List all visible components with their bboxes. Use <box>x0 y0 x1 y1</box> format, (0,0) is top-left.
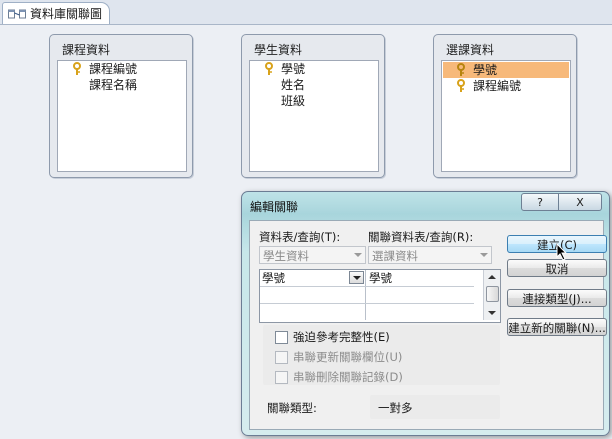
field-label: 班級 <box>281 94 306 108</box>
checkbox-label: 強迫參考完整性(E) <box>293 330 390 344</box>
table-title: 選課資料 <box>446 43 495 57</box>
field-item[interactable]: 學號 <box>250 61 378 77</box>
close-button[interactable]: X <box>559 193 602 211</box>
checkbox-label: 串聯刪除關聯記錄(D) <box>293 370 403 384</box>
create-new-button-label: 建立新的關聯(N)... <box>508 321 606 335</box>
field-label: 姓名 <box>281 78 306 92</box>
table-query-select[interactable]: 學生資料 <box>259 246 366 264</box>
create-new-button[interactable]: 建立新的關聯(N)... <box>507 318 607 336</box>
field-item[interactable]: 課程編號 <box>58 61 186 77</box>
field-item[interactable]: 班級 <box>250 93 378 109</box>
tab-title: 資料庫關聯圖 <box>30 7 103 21</box>
field-item[interactable]: 課程名稱 <box>58 77 186 93</box>
relation-type-label: 關聯類型: <box>267 401 317 415</box>
field-item[interactable]: 課程編號 <box>442 78 570 94</box>
scroll-down-icon[interactable] <box>488 311 496 315</box>
mouse-cursor-icon <box>556 243 568 261</box>
table-query-label: 資料表/查詢(T): <box>259 230 341 244</box>
tab-relationships[interactable]: 資料庫關聯圖 <box>2 2 110 24</box>
grid-cell-right-text: 學號 <box>369 271 392 285</box>
cascade-update-checkbox: 串聯更新關聯欄位(U) <box>275 349 402 365</box>
dialog-client-area: 資料表/查詢(T): 關聯資料表/查詢(R): 學生資料 選課資料 學號 學號 <box>249 220 607 430</box>
table-title: 學生資料 <box>254 43 303 57</box>
table-window-student[interactable]: 學生資料 學號 姓名 班級 <box>241 34 385 178</box>
close-icon: X <box>576 195 584 209</box>
enforce-integrity-checkbox[interactable]: 強迫參考完整性(E) <box>275 329 390 345</box>
relationships-icon <box>8 9 26 18</box>
field-label: 課程名稱 <box>89 78 138 92</box>
checkbox-label: 串聯更新關聯欄位(U) <box>293 350 403 364</box>
join-type-button-label: 連接類型(J)... <box>522 292 592 306</box>
primary-key-icon <box>73 62 81 75</box>
scroll-up-icon[interactable] <box>488 275 496 279</box>
table-window-course[interactable]: 課程資料 課程編號 課程名稱 <box>49 34 193 178</box>
primary-key-icon <box>265 62 273 75</box>
cancel-button[interactable]: 取消 <box>507 259 607 277</box>
relation-type-box: 一對多 <box>370 395 500 419</box>
scroll-thumb[interactable] <box>486 286 499 302</box>
join-type-button[interactable]: 連接類型(J)... <box>507 289 607 307</box>
field-label: 課程編號 <box>473 79 522 93</box>
field-list[interactable]: 學號 課程編號 <box>441 60 571 172</box>
field-label: 學號 <box>473 63 498 77</box>
combo-value: 學生資料 <box>263 249 309 263</box>
related-table-select[interactable]: 選課資料 <box>368 246 492 264</box>
chevron-down-icon <box>480 253 488 257</box>
help-icon: ? <box>537 195 543 209</box>
grid-column-divider <box>365 270 366 320</box>
combo-value: 選課資料 <box>372 249 418 263</box>
checkbox-box[interactable] <box>275 330 288 344</box>
grid-vertical-scrollbar[interactable] <box>483 270 500 320</box>
dialog-title: 編輯關聯 <box>250 200 299 214</box>
chevron-down-icon <box>354 253 362 257</box>
cascade-delete-checkbox: 串聯刪除關聯記錄(D) <box>275 369 403 385</box>
field-mapping-grid[interactable]: 學號 學號 <box>259 269 501 323</box>
field-label: 課程編號 <box>89 62 138 76</box>
related-table-label: 關聯資料表/查詢(R): <box>368 230 474 244</box>
field-label: 學號 <box>281 62 306 76</box>
caption-buttons: ? X <box>521 193 602 211</box>
primary-key-icon <box>457 79 465 92</box>
cancel-button-label: 取消 <box>545 262 569 276</box>
table-title: 課程資料 <box>62 43 111 57</box>
table-window-enrollment[interactable]: 選課資料 學號 課程編號 <box>433 34 577 178</box>
relation-type-value: 一對多 <box>378 401 413 415</box>
help-button[interactable]: ? <box>521 193 559 211</box>
field-list[interactable]: 課程編號 課程名稱 <box>57 60 187 172</box>
primary-key-icon <box>457 63 465 76</box>
document-tab-bar: 資料庫關聯圖 <box>0 0 612 25</box>
checkbox-box <box>275 370 288 384</box>
field-item[interactable]: 姓名 <box>250 77 378 93</box>
field-item-selected[interactable]: 學號 <box>443 62 569 78</box>
checkbox-box <box>275 350 288 364</box>
edit-relationships-dialog: 編輯關聯 ? X 資料表/查詢(T): 關聯資料表/查詢(R): 學生資料 選課… <box>241 191 610 436</box>
grid-dropdown-button[interactable] <box>349 271 364 284</box>
field-list[interactable]: 學號 姓名 班級 <box>249 60 379 172</box>
grid-cell-right[interactable]: 學號 <box>367 270 473 286</box>
grid-row-divider <box>260 303 474 304</box>
grid-row-divider <box>260 286 474 287</box>
grid-cell-left-text: 學號 <box>262 271 285 285</box>
